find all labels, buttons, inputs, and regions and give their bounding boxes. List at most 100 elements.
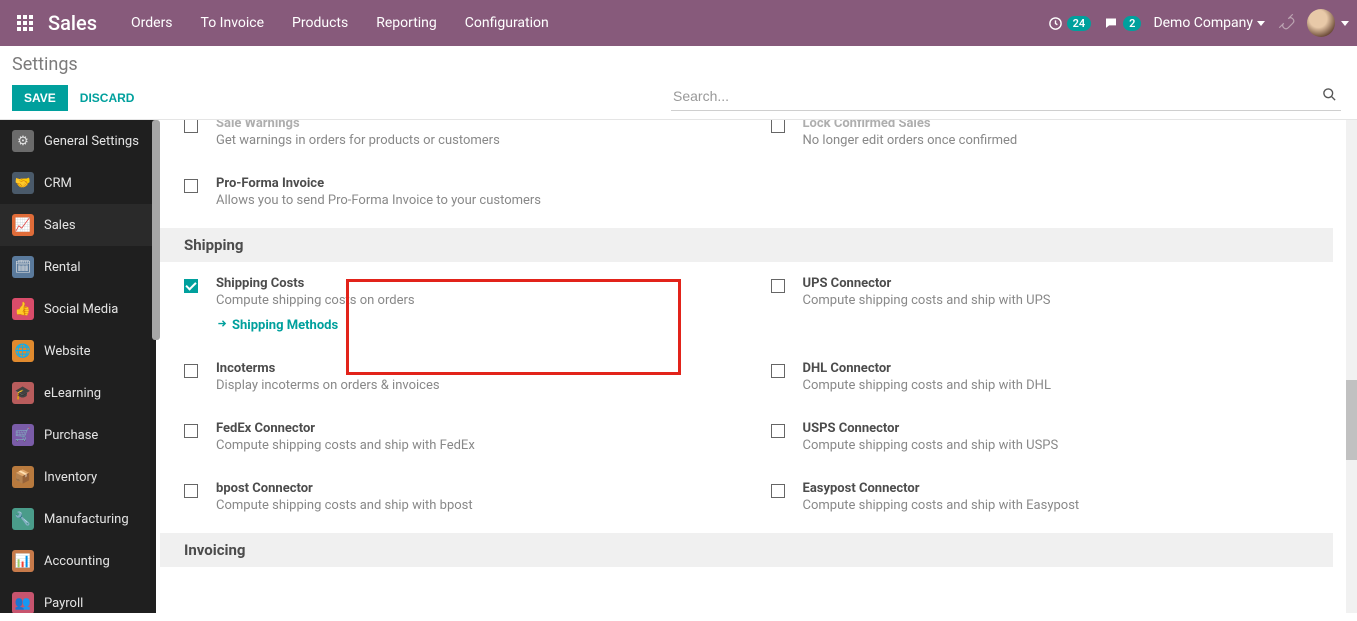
sidebar-item-general-settings[interactable]: ⚙General Settings [0, 120, 156, 162]
sidebar-icon: 🤝 [12, 172, 34, 194]
control-panel: Settings SAVE DISCARD [0, 46, 1357, 120]
company-name: Demo Company [1153, 15, 1253, 31]
checkbox-easypost[interactable] [771, 484, 785, 498]
messages-button[interactable]: 2 [1103, 16, 1141, 31]
section-shipping: Shipping [160, 228, 1333, 262]
apps-menu-icon[interactable] [8, 15, 42, 31]
sidebar-icon: 🛒 [12, 424, 34, 446]
arrow-right-icon [216, 318, 228, 333]
setting-proforma: Pro-Forma Invoice Allows you to send Pro… [160, 162, 747, 222]
top-menu: Orders To Invoice Products Reporting Con… [121, 3, 559, 43]
debug-icon[interactable] [1277, 12, 1295, 34]
link-shipping-methods[interactable]: Shipping Methods [216, 318, 338, 333]
setting-ups: UPS Connector Compute shipping costs and… [747, 262, 1334, 347]
setting-desc: Compute shipping costs on orders [216, 293, 737, 308]
sidebar-item-social-media[interactable]: 👍Social Media [0, 288, 156, 330]
sidebar-icon: 👥 [12, 592, 34, 613]
setting-sale-warnings: Sale Warnings Get warnings in orders for… [160, 120, 747, 162]
setting-desc: Display incoterms on orders & invoices [216, 378, 737, 393]
sidebar-item-label: Website [44, 344, 91, 359]
sidebar-item-label: Inventory [44, 470, 97, 485]
checkbox-proforma[interactable] [184, 179, 198, 193]
checkbox-bpost[interactable] [184, 484, 198, 498]
setting-title: Pro-Forma Invoice [216, 176, 737, 191]
sidebar-icon: 🔧 [12, 508, 34, 530]
search-input[interactable] [671, 82, 1318, 110]
sidebar-icon: 📦 [12, 466, 34, 488]
checkbox-ups[interactable] [771, 279, 785, 293]
checkbox-shipping-costs[interactable] [184, 279, 198, 293]
setting-lock-confirmed: Lock Confirmed Sales No longer edit orde… [747, 120, 1334, 162]
sidebar-item-label: Sales [44, 218, 76, 233]
sidebar-item-label: eLearning [44, 386, 101, 401]
checkbox-fedex[interactable] [184, 424, 198, 438]
setting-shipping-costs: Shipping Costs Compute shipping costs on… [160, 262, 747, 347]
checkbox-sale-warnings[interactable] [184, 120, 198, 133]
sidebar-scrollbar[interactable] [152, 120, 160, 340]
setting-title: DHL Connector [803, 361, 1324, 376]
chat-icon [1103, 16, 1119, 31]
top-navbar: Sales Orders To Invoice Products Reporti… [0, 0, 1357, 46]
sidebar-item-label: CRM [44, 176, 72, 191]
setting-desc: No longer edit orders once confirmed [803, 133, 1324, 148]
setting-title: Shipping Costs [216, 276, 737, 291]
setting-desc: Compute shipping costs and ship with DHL [803, 378, 1324, 393]
setting-usps: USPS Connector Compute shipping costs an… [747, 407, 1334, 467]
sidebar-item-payroll[interactable]: 👥Payroll [0, 582, 156, 613]
setting-title: Incoterms [216, 361, 737, 376]
sidebar-item-label: Social Media [44, 302, 118, 317]
sidebar-item-rental[interactable]: 🗓Rental [0, 246, 156, 288]
sidebar-item-accounting[interactable]: 📊 Accounting [0, 540, 156, 582]
menu-orders[interactable]: Orders [121, 3, 183, 43]
company-switcher[interactable]: Demo Company [1153, 15, 1265, 31]
menu-products[interactable]: Products [282, 3, 358, 43]
sidebar-icon: 🌐 [12, 340, 34, 362]
sidebar-item-website[interactable]: 🌐 Website [0, 330, 156, 372]
breadcrumb: Settings [12, 54, 138, 75]
setting-title: bpost Connector [216, 481, 737, 496]
sidebar-item-inventory[interactable]: 📦 Inventory [0, 456, 156, 498]
menu-to-invoice[interactable]: To Invoice [191, 3, 275, 43]
setting-incoterms: Incoterms Display incoterms on orders & … [160, 347, 747, 407]
checkbox-dhl[interactable] [771, 364, 785, 378]
setting-desc: Compute shipping costs and ship with Eas… [803, 498, 1324, 513]
setting-desc: Compute shipping costs and ship with USP… [803, 438, 1324, 453]
menu-configuration[interactable]: Configuration [455, 3, 559, 43]
sidebar-icon: 🗓 [12, 256, 34, 278]
sidebar-item-crm[interactable]: 🤝 CRM [0, 162, 156, 204]
sidebar-item-elearning[interactable]: 🎓 eLearning [0, 372, 156, 414]
setting-fedex: FedEx Connector Compute shipping costs a… [160, 407, 747, 467]
discard-button[interactable]: DISCARD [76, 85, 139, 111]
save-button[interactable]: SAVE [12, 85, 68, 111]
sidebar-item-label: Accounting [44, 554, 110, 569]
setting-desc: Get warnings in orders for products or c… [216, 133, 737, 148]
setting-desc: Compute shipping costs and ship with UPS [803, 293, 1324, 308]
sidebar-icon: 📊 [12, 550, 34, 572]
chevron-down-icon [1257, 21, 1265, 26]
clock-icon [1048, 16, 1063, 31]
sidebar-item-sales[interactable]: 📈Sales [0, 204, 156, 246]
sidebar-icon: 🎓 [12, 382, 34, 404]
sidebar-item-manufacturing[interactable]: 🔧Manufacturing [0, 498, 156, 540]
app-brand[interactable]: Sales [48, 11, 97, 35]
search-field[interactable] [671, 82, 1341, 111]
checkbox-lock-confirmed[interactable] [771, 120, 785, 133]
activities-badge: 24 [1067, 16, 1092, 31]
checkbox-usps[interactable] [771, 424, 785, 438]
setting-title: UPS Connector [803, 276, 1324, 291]
user-caret-icon[interactable] [1341, 21, 1349, 26]
link-label: Shipping Methods [232, 318, 338, 333]
setting-desc: Allows you to send Pro-Forma Invoice to … [216, 193, 737, 208]
sidebar-icon: ⚙ [12, 130, 34, 152]
section-invoicing: Invoicing [160, 533, 1333, 567]
setting-desc: Compute shipping costs and ship with bpo… [216, 498, 737, 513]
sidebar-item-purchase[interactable]: 🛒Purchase [0, 414, 156, 456]
setting-easypost: Easypost Connector Compute shipping cost… [747, 467, 1334, 527]
search-icon[interactable] [1318, 87, 1341, 106]
setting-title: Lock Confirmed Sales [803, 120, 1324, 131]
user-avatar[interactable] [1307, 9, 1335, 37]
menu-reporting[interactable]: Reporting [366, 3, 447, 43]
activities-button[interactable]: 24 [1048, 16, 1092, 31]
messages-badge: 2 [1123, 16, 1141, 31]
checkbox-incoterms[interactable] [184, 364, 198, 378]
